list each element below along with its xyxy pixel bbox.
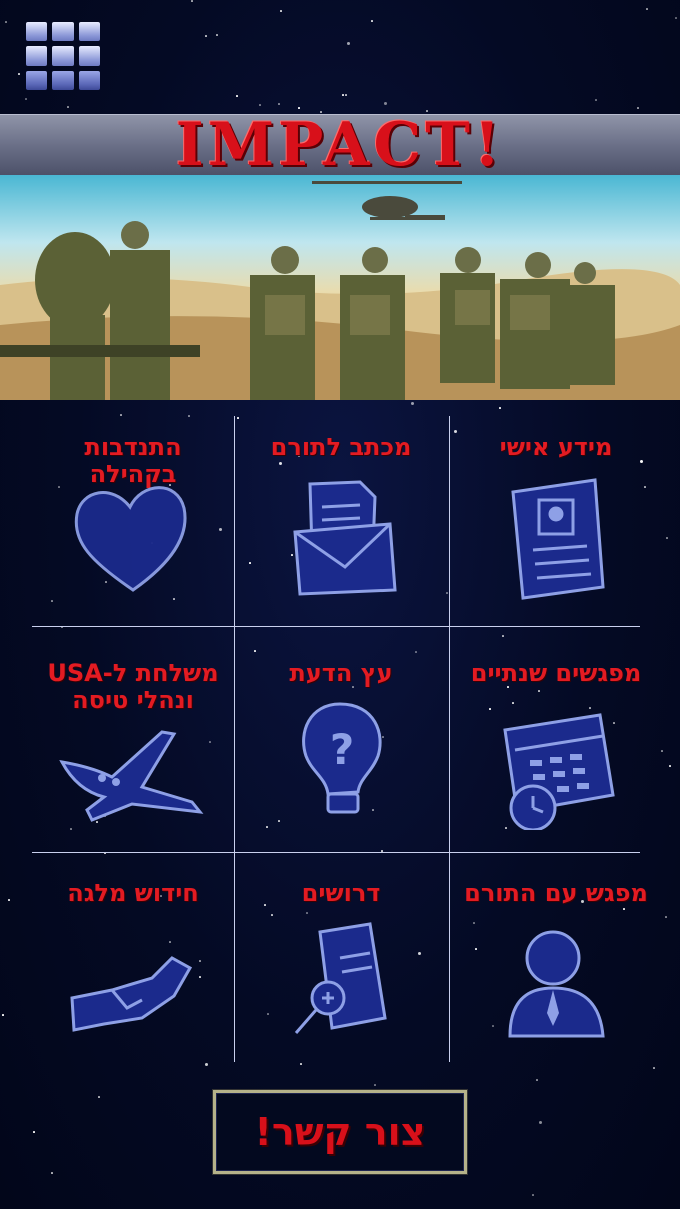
- star: [8, 899, 10, 901]
- menu-grid: התנדבות בקהילה מכתב לתורם מידע אישי משלח…: [32, 416, 648, 1062]
- handshake-icon: [32, 918, 234, 1048]
- document-search-icon: [240, 918, 442, 1048]
- grid-divider: [449, 416, 450, 1062]
- profile-document-icon: [455, 472, 657, 602]
- star: [2, 1014, 4, 1016]
- tile-label: דרושים: [301, 879, 381, 907]
- star: [595, 99, 597, 101]
- star: [205, 35, 207, 37]
- star: [675, 17, 677, 19]
- star: [18, 73, 20, 75]
- star: [25, 98, 27, 100]
- app-title: IMPACT!: [175, 110, 505, 180]
- star: [259, 104, 261, 106]
- tile-letter-to-donor[interactable]: מכתב לתורם: [240, 416, 442, 626]
- star: [499, 407, 501, 409]
- tile-job-openings[interactable]: דרושים: [240, 862, 442, 1072]
- calendar-clock-icon: [455, 700, 657, 832]
- star: [342, 94, 344, 96]
- heart-icon: [32, 472, 234, 602]
- star: [345, 94, 347, 96]
- star: [665, 916, 667, 918]
- star: [539, 1121, 542, 1124]
- svg-text:?: ?: [330, 725, 354, 774]
- tile-meet-donor[interactable]: מפגש עם התורם: [455, 862, 657, 1072]
- tile-annual-meetings[interactable]: מפגשים שנתיים: [455, 642, 657, 852]
- star: [280, 10, 282, 12]
- tile-label: מפגש עם התורם: [464, 879, 648, 907]
- star: [384, 102, 387, 105]
- tile-label: משלחת ל-USA ונהלי טיסה: [47, 659, 219, 714]
- star: [67, 106, 69, 108]
- star: [51, 1172, 53, 1174]
- tile-personal-info[interactable]: מידע אישי: [455, 416, 657, 626]
- star: [637, 107, 639, 109]
- title-bar: IMPACT!: [0, 114, 680, 176]
- star: [278, 103, 280, 105]
- tile-scholarship-renewal[interactable]: חידוש מלגה: [32, 862, 234, 1072]
- star: [371, 20, 373, 22]
- tile-tree-of-knowledge[interactable]: עץ הדעת ?: [240, 642, 442, 852]
- star: [411, 402, 414, 405]
- contact-button-label: צור קשר!: [254, 1110, 426, 1154]
- envelope-letter-icon: [240, 472, 442, 602]
- tile-label: עץ הדעת: [289, 659, 393, 687]
- tile-usa-delegation[interactable]: משלחת ל-USA ונהלי טיסה: [32, 642, 234, 852]
- star: [536, 1079, 538, 1081]
- star: [298, 107, 300, 109]
- lightbulb-question-icon: ?: [240, 694, 442, 824]
- star: [98, 1096, 100, 1098]
- grid-divider: [32, 626, 640, 627]
- grid-divider: [32, 852, 640, 853]
- star: [669, 765, 671, 767]
- tile-label: מפגשים שנתיים: [470, 659, 642, 687]
- tile-community-volunteering[interactable]: התנדבות בקהילה: [32, 416, 234, 626]
- star: [33, 1131, 35, 1133]
- star: [191, 0, 193, 2]
- star: [374, 1084, 376, 1086]
- star: [666, 537, 668, 539]
- airplane-icon: [32, 712, 234, 842]
- person-icon: [455, 918, 657, 1048]
- tile-label: מכתב לתורם: [270, 433, 412, 461]
- contact-us-button[interactable]: צור קשר!: [213, 1090, 467, 1174]
- star: [216, 34, 218, 36]
- grid-divider: [234, 416, 235, 1062]
- star: [5, 21, 7, 23]
- star: [646, 8, 648, 10]
- star: [532, 1194, 534, 1196]
- soldiers-banner-image: [0, 175, 680, 400]
- star: [347, 42, 350, 45]
- tile-label: חידוש מלגה: [67, 879, 199, 907]
- star: [236, 95, 238, 97]
- star: [661, 750, 663, 752]
- grid-menu-icon[interactable]: [26, 22, 100, 90]
- tile-label: מידע אישי: [499, 433, 613, 461]
